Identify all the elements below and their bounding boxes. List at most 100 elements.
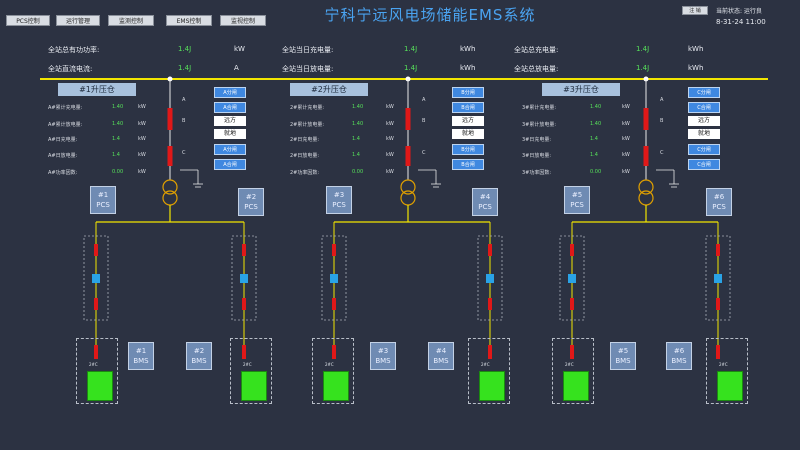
station-3-button-2[interactable]: C分闸 (688, 144, 720, 155)
pcs-1[interactable]: #1 PCS (90, 186, 116, 214)
station-3-row-3-label: 3#日放电量: (522, 153, 552, 159)
station-2-switch-label-0: A (422, 97, 426, 103)
station-3-switch-label-0: A (660, 97, 664, 103)
station-2-mode-remote[interactable]: 远方 (452, 116, 484, 126)
bms-2-label: BMS (191, 357, 207, 365)
station-1-header: #1升压仓 (58, 83, 136, 96)
station-2-button-1[interactable]: B合闸 (452, 102, 484, 113)
station-3-button-0[interactable]: C分闸 (688, 87, 720, 98)
station-2-row-1-value: 1.40 (352, 121, 364, 127)
battery-rack-3[interactable]: 2#C (312, 338, 354, 404)
bms-3[interactable]: #3 BMS (370, 342, 396, 370)
station-2-row-4-label: 2#功率因数: (290, 170, 320, 176)
station-1-row-1-unit: kW (138, 121, 146, 127)
battery-rack-2[interactable]: 2#C (230, 338, 272, 404)
battery-cell-5 (563, 371, 589, 401)
pcs-5[interactable]: #5 PCS (564, 186, 590, 214)
pcs-6[interactable]: #6 PCS (706, 188, 732, 216)
station-3-switch-label-2: C (660, 150, 664, 156)
bms-4[interactable]: #4 BMS (428, 342, 454, 370)
pcs-3[interactable]: #3 PCS (326, 186, 352, 214)
station-3-row-1-unit: kW (622, 121, 630, 127)
battery-cell-1 (87, 371, 113, 401)
station-2-button-3[interactable]: B合闸 (452, 159, 484, 170)
station-3-row-2-label: 3#日充电量: (522, 137, 552, 143)
station-1-switch-label-2: C (182, 150, 186, 156)
station-3-button-3[interactable]: C合闸 (688, 159, 720, 170)
battery-rack-3-tag: 2#C (325, 362, 334, 367)
station-1-button-1[interactable]: A合闸 (214, 102, 246, 113)
station-1-row-3-label: A#日放电量: (48, 153, 78, 159)
station-1-mode-local[interactable]: 就地 (214, 129, 246, 139)
station-3-mode-remote[interactable]: 远方 (688, 116, 720, 126)
bms-6-label: BMS (671, 357, 687, 365)
battery-rack-5[interactable]: 2#C (552, 338, 594, 404)
station-3-row-4-label: 3#功率因数: (522, 170, 552, 176)
station-1-row-0-label: A#累计充电量: (48, 105, 83, 111)
station-1-row-1-value: 1.40 (112, 121, 124, 127)
bms-6-num: #6 (673, 347, 685, 355)
station-3-row-1-label: 3#累计放电量: (522, 122, 557, 128)
bms-5[interactable]: #5 BMS (610, 342, 636, 370)
pcs-1-num: #1 (97, 191, 109, 199)
bms-6[interactable]: #6 BMS (666, 342, 692, 370)
station-2-button-0[interactable]: B分闸 (452, 87, 484, 98)
station-2-switch-label-2: C (422, 150, 426, 156)
station-3-header: #3升压仓 (542, 83, 620, 96)
station-3-row-2-unit: kW (622, 136, 630, 142)
pcs-4-label: PCS (478, 203, 492, 211)
station-2-row-4-value: 0.00 (352, 169, 364, 175)
pcs-5-label: PCS (570, 201, 584, 209)
bms-5-num: #5 (617, 347, 629, 355)
pcs-3-label: PCS (332, 201, 346, 209)
bms-1[interactable]: #1 BMS (128, 342, 154, 370)
battery-rack-6[interactable]: 2#C (706, 338, 748, 404)
bms-4-label: BMS (433, 357, 449, 365)
station-3-row-2-value: 1.4 (590, 136, 598, 142)
bms-2[interactable]: #2 BMS (186, 342, 212, 370)
battery-rack-4-tag: 2#C (481, 362, 490, 367)
station-3-row-0-value: 1.40 (590, 104, 602, 110)
station-1-row-0-value: 1.40 (112, 104, 124, 110)
station-3-mode-local[interactable]: 就地 (688, 129, 720, 139)
station-1-mode-remote[interactable]: 远方 (214, 116, 246, 126)
station-1-switch-label-0: A (182, 97, 186, 103)
station-2-mode-local[interactable]: 就地 (452, 129, 484, 139)
bms-1-num: #1 (135, 347, 147, 355)
battery-rack-4[interactable]: 2#C (468, 338, 510, 404)
battery-rack-2-tag: 2#C (243, 362, 252, 367)
bms-3-label: BMS (375, 357, 391, 365)
station-3-row-0-unit: kW (622, 104, 630, 110)
station-1-button-3[interactable]: A合闸 (214, 159, 246, 170)
bms-5-label: BMS (615, 357, 631, 365)
pcs-6-num: #6 (713, 193, 725, 201)
station-2-row-2-unit: kW (386, 136, 394, 142)
pcs-4[interactable]: #4 PCS (472, 188, 498, 216)
station-2-row-3-value: 1.4 (352, 152, 360, 158)
station-2-row-1-label: 2#累计放电量: (290, 122, 325, 128)
station-2-button-2[interactable]: B分闸 (452, 144, 484, 155)
pcs-2[interactable]: #2 PCS (238, 188, 264, 216)
station-2-row-0-value: 1.40 (352, 104, 364, 110)
pcs-2-label: PCS (244, 203, 258, 211)
pcs-5-num: #5 (571, 191, 583, 199)
station-1-button-0[interactable]: A分闸 (214, 87, 246, 98)
battery-rack-6-tag: 2#C (719, 362, 728, 367)
station-3-switch-label-1: B (660, 118, 664, 124)
pcs-1-label: PCS (96, 201, 110, 209)
battery-cell-2 (241, 371, 267, 401)
station-3-button-1[interactable]: C合闸 (688, 102, 720, 113)
battery-rack-1[interactable]: 2#C (76, 338, 118, 404)
station-2-row-3-label: 2#日放电量: (290, 153, 320, 159)
station-1-row-3-unit: kW (138, 152, 146, 158)
station-3-row-3-value: 1.4 (590, 152, 598, 158)
bms-1-label: BMS (133, 357, 149, 365)
station-3-row-0-label: 3#累计充电量: (522, 105, 557, 111)
bms-2-num: #2 (193, 347, 205, 355)
station-1-row-3-value: 1.4 (112, 152, 120, 158)
station-1-button-2[interactable]: A分闸 (214, 144, 246, 155)
station-1-row-2-unit: kW (138, 136, 146, 142)
station-1-row-2-value: 1.4 (112, 136, 120, 142)
station-2-row-1-unit: kW (386, 121, 394, 127)
battery-rack-1-tag: 2#C (89, 362, 98, 367)
